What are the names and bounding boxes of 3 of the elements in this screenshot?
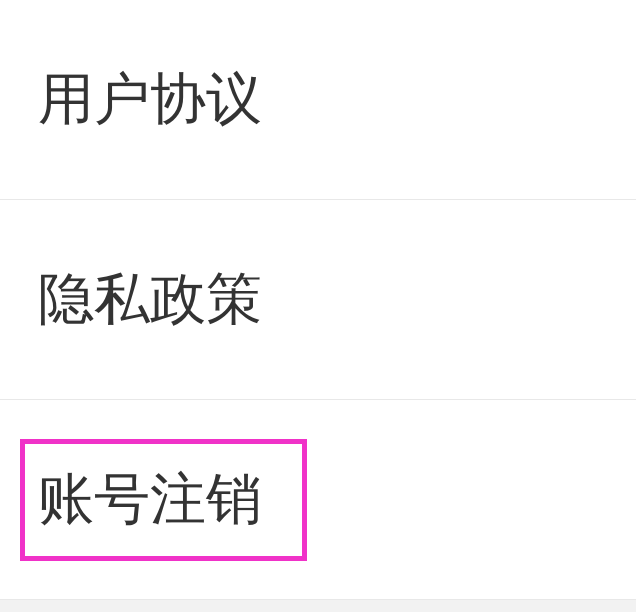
menu-item-label: 账号注销 <box>20 438 307 560</box>
menu-item-label: 隐私政策 <box>37 266 263 334</box>
menu-item-label: 用户协议 <box>37 66 263 134</box>
